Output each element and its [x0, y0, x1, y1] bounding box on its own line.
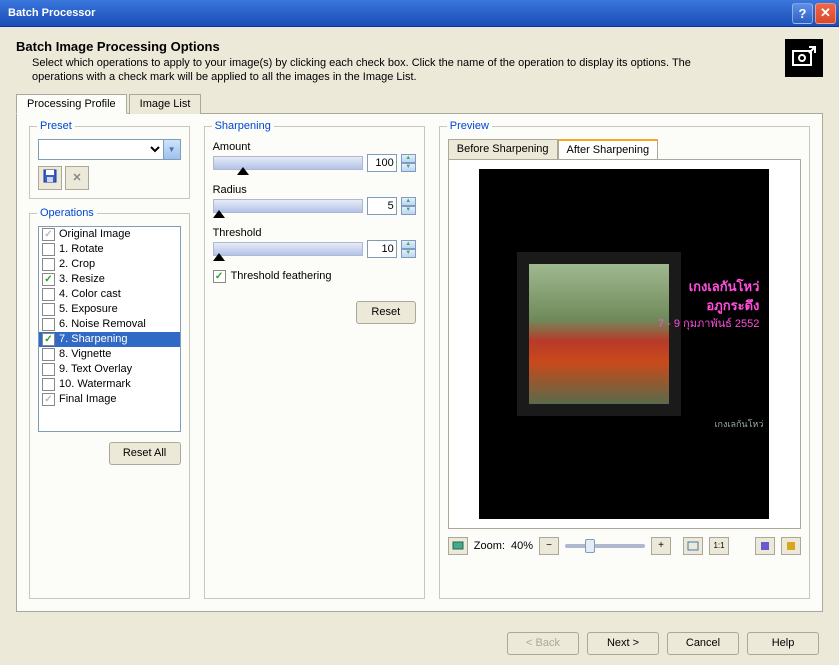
operation-checkbox[interactable] — [42, 303, 55, 316]
radius-spinner[interactable]: ▲▼ — [401, 197, 416, 215]
operation-label: 10. Watermark — [59, 378, 131, 390]
operation-checkbox[interactable] — [42, 258, 55, 271]
next-image-button[interactable] — [781, 537, 801, 555]
reset-all-button[interactable]: Reset All — [109, 442, 181, 465]
operation-item-2[interactable]: 2. Crop — [39, 257, 180, 272]
reset-button[interactable]: Reset — [356, 301, 416, 324]
amount-spinner[interactable]: ▲▼ — [401, 154, 416, 172]
zoom-slider[interactable] — [565, 544, 645, 548]
operation-item-9[interactable]: 9. Text Overlay — [39, 362, 180, 377]
actual-size-button[interactable]: 1:1 — [709, 537, 729, 555]
operation-checkbox[interactable] — [42, 378, 55, 391]
operation-checkbox[interactable] — [42, 318, 55, 331]
sharpening-group: Sharpening Amount ▲▼ Radius — [204, 126, 425, 599]
main-tabs: Processing Profile Image List — [16, 93, 823, 114]
zoom-value: 40% — [511, 540, 533, 552]
operation-label: 6. Noise Removal — [59, 318, 146, 330]
operation-checkbox[interactable] — [42, 243, 55, 256]
operation-item-7[interactable]: 7. Sharpening — [39, 332, 180, 347]
operations-group: Operations Original Image1. Rotate2. Cro… — [29, 213, 190, 599]
amount-slider[interactable] — [213, 156, 363, 170]
tab-before-sharpening[interactable]: Before Sharpening — [448, 139, 558, 160]
preview-group: Preview Before Sharpening After Sharpeni… — [439, 126, 810, 599]
operation-checkbox[interactable] — [42, 273, 55, 286]
operation-label: 5. Exposure — [59, 303, 118, 315]
preset-select[interactable] — [38, 139, 164, 160]
operation-item-4[interactable]: 4. Color cast — [39, 287, 180, 302]
operation-item-5[interactable]: 5. Exposure — [39, 302, 180, 317]
operation-item-3[interactable]: 3. Resize — [39, 272, 180, 287]
tab-after-sharpening[interactable]: After Sharpening — [558, 139, 659, 160]
monitor-icon[interactable] — [448, 537, 468, 555]
page-title: Batch Image Processing Options — [16, 39, 775, 54]
footer: < Back Next > Cancel Help — [0, 622, 839, 665]
operation-label: 1. Rotate — [59, 243, 104, 255]
sharpening-legend: Sharpening — [212, 120, 274, 132]
preset-dropdown-button[interactable]: ▼ — [164, 139, 181, 160]
operation-item-1[interactable]: 1. Rotate — [39, 242, 180, 257]
zoom-label: Zoom: — [474, 540, 505, 552]
operation-checkbox[interactable] — [42, 333, 55, 346]
cancel-button[interactable]: Cancel — [667, 632, 739, 655]
threshold-feathering-label: Threshold feathering — [231, 270, 332, 282]
help-button[interactable]: ? — [792, 3, 813, 24]
radius-slider[interactable] — [213, 199, 363, 213]
threshold-spinner[interactable]: ▲▼ — [401, 240, 416, 258]
amount-label: Amount — [213, 141, 416, 153]
zoom-out-button[interactable]: − — [539, 537, 559, 555]
delete-icon: ✕ — [72, 171, 81, 184]
operation-item-0[interactable]: Original Image — [39, 227, 180, 242]
operation-item-6[interactable]: 6. Noise Removal — [39, 317, 180, 332]
prev-image-button[interactable] — [755, 537, 775, 555]
operation-label: 3. Resize — [59, 273, 105, 285]
threshold-input[interactable] — [367, 240, 397, 258]
operation-label: 4. Color cast — [59, 288, 121, 300]
radius-label: Radius — [213, 184, 416, 196]
operation-label: 9. Text Overlay — [59, 363, 132, 375]
preview-legend: Preview — [447, 120, 492, 132]
radius-input[interactable] — [367, 197, 397, 215]
save-preset-button[interactable] — [38, 166, 62, 190]
threshold-feathering-checkbox[interactable] — [213, 270, 226, 283]
operations-legend: Operations — [37, 207, 97, 219]
operation-label: 2. Crop — [59, 258, 95, 270]
chevron-down-icon: ▼ — [168, 145, 176, 154]
delete-preset-button[interactable]: ✕ — [65, 166, 89, 190]
operation-label: Final Image — [59, 393, 116, 405]
operation-item-10[interactable]: 10. Watermark — [39, 377, 180, 392]
threshold-label: Threshold — [213, 227, 416, 239]
operations-list[interactable]: Original Image 1. Rotate 2. Crop 3. Resize 4… — [38, 226, 181, 432]
preview-image: เกงเลกันโหว่ อภูกระดึง 7 - 9 กุมภาพันธ์ … — [479, 169, 769, 519]
threshold-slider[interactable] — [213, 242, 363, 256]
tab-processing-profile[interactable]: Processing Profile — [16, 94, 127, 114]
operation-label: 7. Sharpening — [59, 333, 128, 345]
preset-group: Preset ▼ ✕ — [29, 126, 190, 199]
zoom-in-button[interactable]: + — [651, 537, 671, 555]
close-button[interactable]: ✕ — [815, 3, 836, 24]
operation-label: Original Image — [59, 228, 131, 240]
tab-image-list[interactable]: Image List — [129, 94, 202, 114]
preset-legend: Preset — [37, 120, 75, 132]
operation-checkbox[interactable] — [42, 228, 55, 241]
titlebar: Batch Processor ? ✕ — [0, 0, 839, 27]
operation-checkbox[interactable] — [42, 363, 55, 376]
operation-item-11[interactable]: Final Image — [39, 392, 180, 407]
operation-item-8[interactable]: 8. Vignette — [39, 347, 180, 362]
window-title: Batch Processor — [8, 7, 790, 19]
operation-checkbox[interactable] — [42, 288, 55, 301]
amount-input[interactable] — [367, 154, 397, 172]
page-description: Select which operations to apply to your… — [32, 56, 712, 85]
help-button-footer[interactable]: Help — [747, 632, 819, 655]
operation-checkbox[interactable] — [42, 348, 55, 361]
save-icon — [43, 169, 57, 186]
operation-label: 8. Vignette — [59, 348, 111, 360]
fit-window-button[interactable] — [683, 537, 703, 555]
preview-viewport: เกงเลกันโหว่ อภูกระดึง 7 - 9 กุมภาพันธ์ … — [448, 159, 801, 529]
back-button[interactable]: < Back — [507, 632, 579, 655]
header-icon — [785, 39, 823, 77]
photo-overlay-text: เกงเลกันโหว่ อภูกระดึง 7 - 9 กุมภาพันธ์ … — [658, 277, 759, 333]
next-button[interactable]: Next > — [587, 632, 659, 655]
operation-checkbox[interactable] — [42, 393, 55, 406]
